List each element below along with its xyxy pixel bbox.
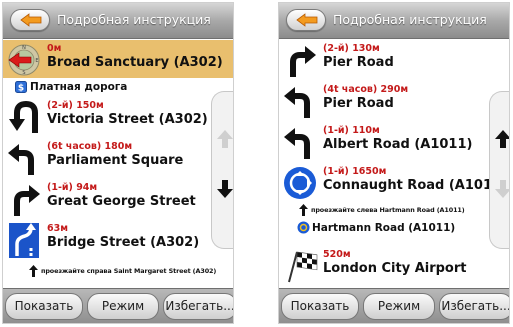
step-road: Great George Street bbox=[47, 194, 196, 209]
mode-button[interactable]: Режим bbox=[363, 293, 435, 320]
back-arrow-icon bbox=[296, 13, 318, 27]
turn-left-icon bbox=[5, 140, 45, 176]
straight-arrow-icon bbox=[299, 204, 308, 216]
instruction-list: (2-й) 130м Pier Road (4t часов) 290м Pie… bbox=[279, 40, 509, 290]
svg-text:S: S bbox=[22, 70, 25, 76]
roundabout-icon bbox=[281, 165, 321, 201]
scroll-up-icon[interactable] bbox=[216, 128, 234, 150]
left-screen: Подробная инструкция N S E 0м Broad Sanc… bbox=[2, 2, 234, 324]
header-title: Подробная инструкция bbox=[57, 12, 211, 27]
svg-text:$: $ bbox=[18, 84, 24, 94]
step-road: Pier Road bbox=[323, 55, 394, 70]
mode-button[interactable]: Режим bbox=[87, 293, 159, 320]
scroll-down-icon[interactable] bbox=[216, 178, 234, 200]
step-road: Bridge Street (A302) bbox=[47, 235, 200, 250]
back-arrow-icon bbox=[20, 13, 42, 27]
turn-left-icon bbox=[281, 124, 321, 160]
list-item[interactable]: (6t часов) 180м Parliament Square bbox=[3, 138, 233, 176]
step-road: Pier Road bbox=[323, 96, 394, 111]
step-road: London City Airport bbox=[323, 261, 467, 276]
step-distance: (1-й) 94м bbox=[47, 182, 98, 193]
turn-right-icon bbox=[281, 42, 321, 78]
show-button[interactable]: Показать bbox=[5, 293, 83, 320]
list-item[interactable]: (1-й) 1650м Connaught Road (A1011) bbox=[279, 163, 509, 201]
checkered-flag-icon bbox=[281, 248, 321, 284]
scroll-up-icon[interactable] bbox=[494, 128, 510, 150]
turn-left-icon bbox=[281, 83, 321, 119]
toll-icon: $ bbox=[15, 81, 27, 93]
compass-start-icon: N S E bbox=[5, 42, 45, 78]
step-road: Albert Road (A1011) bbox=[323, 137, 473, 152]
step-distance: 0м bbox=[47, 43, 62, 54]
right-screen: Подробная инструкция (2-й) 130м Pier Roa… bbox=[278, 2, 510, 324]
list-item[interactable]: (1-й) 110м Albert Road (A1011) bbox=[279, 122, 509, 160]
svg-text:N: N bbox=[22, 45, 26, 51]
list-item[interactable]: (2-й) 150м Victoria Street (A302) bbox=[3, 97, 233, 135]
list-item[interactable]: (1-й) 94м Great George Street bbox=[3, 179, 233, 217]
svg-text:E: E bbox=[35, 58, 38, 64]
keep-note: проезжайте справа Saint Margaret Street … bbox=[41, 267, 217, 275]
list-item[interactable]: (2-й) 130м Pier Road bbox=[279, 40, 509, 78]
step-distance: 520м bbox=[323, 249, 351, 260]
keep-note-row: проезжайте справа Saint Margaret Street … bbox=[3, 264, 233, 278]
step-distance: (6t часов) 180м bbox=[47, 141, 133, 152]
lane-curve-icon bbox=[5, 222, 45, 258]
step-distance: (2-й) 130м bbox=[323, 43, 380, 54]
scroll-panel bbox=[489, 91, 510, 249]
step-distance: 63м bbox=[47, 223, 68, 234]
step-distance: (1-й) 110м bbox=[323, 125, 380, 136]
step-road: Victoria Street (A302) bbox=[47, 112, 208, 127]
header-title: Подробная инструкция bbox=[333, 12, 487, 27]
toll-note-row: $ Платная дорога bbox=[3, 80, 233, 94]
back-button[interactable] bbox=[10, 9, 50, 31]
step-road: Broad Sanctuary (A302) bbox=[47, 55, 223, 70]
step-road: Parliament Square bbox=[47, 153, 184, 168]
step-road: Connaught Road (A1011) bbox=[323, 178, 507, 193]
u-turn-left-icon bbox=[5, 99, 45, 135]
scroll-panel bbox=[211, 91, 234, 249]
step-distance: (4t часов) 290м bbox=[323, 84, 409, 95]
avoid-button[interactable]: Избегать... bbox=[439, 293, 509, 320]
footer-bar: Показать Режим Избегать... bbox=[279, 288, 509, 323]
turn-right-icon bbox=[5, 181, 45, 217]
via-road-row: Hartmann Road (A1011) bbox=[279, 221, 509, 235]
list-item[interactable]: 520м London City Airport bbox=[279, 246, 509, 286]
list-item[interactable]: (4t часов) 290м Pier Road bbox=[279, 81, 509, 119]
roundabout-small-icon bbox=[297, 221, 310, 234]
header-bar: Подробная инструкция bbox=[3, 3, 233, 39]
footer-bar: Показать Режим Избегать... bbox=[3, 288, 233, 323]
list-item[interactable]: N S E 0м Broad Sanctuary (A302) bbox=[3, 40, 233, 78]
via-road: Hartmann Road (A1011) bbox=[312, 222, 456, 234]
show-button[interactable]: Показать bbox=[281, 293, 359, 320]
scroll-down-icon[interactable] bbox=[494, 178, 510, 200]
step-distance: (2-й) 150м bbox=[47, 100, 104, 111]
toll-note: Платная дорога bbox=[30, 81, 128, 93]
keep-note: проезжайте слева Hartmann Road (A1011) bbox=[311, 206, 465, 214]
keep-note-row: проезжайте слева Hartmann Road (A1011) bbox=[279, 203, 509, 217]
back-button[interactable] bbox=[286, 9, 326, 31]
instruction-list: N S E 0м Broad Sanctuary (A302) $ Платна… bbox=[3, 40, 233, 290]
header-bar: Подробная инструкция bbox=[279, 3, 509, 39]
avoid-button[interactable]: Избегать... bbox=[163, 293, 233, 320]
straight-arrow-icon bbox=[29, 265, 38, 277]
list-item[interactable]: 63м Bridge Street (A302) bbox=[3, 220, 233, 260]
step-distance: (1-й) 1650м bbox=[323, 166, 387, 177]
